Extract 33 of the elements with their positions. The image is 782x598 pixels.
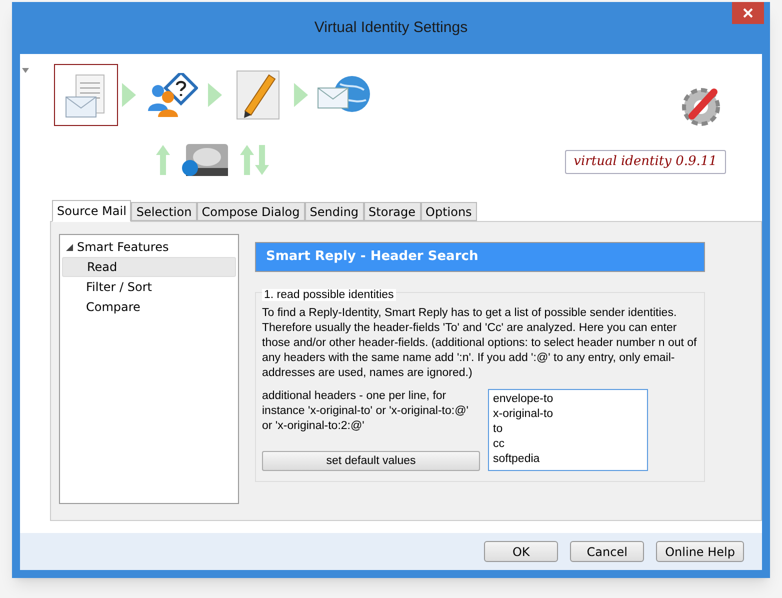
version-label: virtual identity 0.9.11	[564, 150, 726, 174]
description-text: To find a Reply-Identity, Smart Reply has to get a list of possible sender identities. Therefore usually the header-fields 'To' and 'Cc' are analyzed. Here you can enter those and/or other header-fields. (additional options: to select header number n out of any headers with the same name add ':n'. If you add ':@' to any entry, only email-addresses are used, names are ignored.)	[262, 306, 698, 382]
close-icon	[743, 8, 753, 18]
tree-item[interactable]: Compare	[62, 297, 236, 317]
tab[interactable]: Storage	[364, 202, 420, 221]
tab[interactable]: Selection	[131, 202, 197, 221]
dialog-button[interactable]: Cancel	[570, 541, 644, 562]
close-button[interactable]	[732, 2, 764, 24]
arrows-up-down-icon	[240, 145, 270, 175]
window-title: Virtual Identity Settings	[314, 18, 468, 38]
tab[interactable]: Source Mail	[52, 200, 132, 222]
users-question-icon	[146, 73, 198, 117]
tab[interactable]: Options	[420, 202, 477, 221]
arrow-right-icon	[122, 83, 136, 107]
pencil-page-icon	[235, 69, 281, 121]
dialog-button[interactable]: Online Help	[656, 541, 744, 562]
tab[interactable]: Compose Dialog	[196, 202, 305, 221]
arrow-right-icon	[294, 83, 308, 107]
panel-header: Smart Reply - Header Search	[255, 242, 705, 272]
headers-field[interactable]: envelope-to x-original-to to cc softpedia	[488, 389, 648, 472]
tree-item[interactable]: Read	[62, 257, 236, 277]
workflow-step[interactable]	[54, 64, 118, 126]
tree-item[interactable]: Smart Features	[77, 238, 169, 256]
group-legend: 1. read possible identities	[262, 289, 396, 301]
arrow-up-icon	[156, 145, 170, 175]
collapse-triangle-icon	[22, 68, 29, 73]
arrow-right-icon	[208, 83, 222, 107]
expand-triangle-icon[interactable]	[66, 244, 73, 250]
tree-item[interactable]: Filter / Sort	[62, 277, 236, 297]
tab[interactable]: Sending	[304, 202, 364, 221]
headers-label: additional headers - one per line, for instance 'x-original-to' or 'x-original-to:@' or 'x-original-to:2:@'	[262, 389, 470, 434]
dialog-button[interactable]: OK	[484, 541, 558, 562]
set-default-button[interactable]: set default values	[262, 451, 480, 472]
